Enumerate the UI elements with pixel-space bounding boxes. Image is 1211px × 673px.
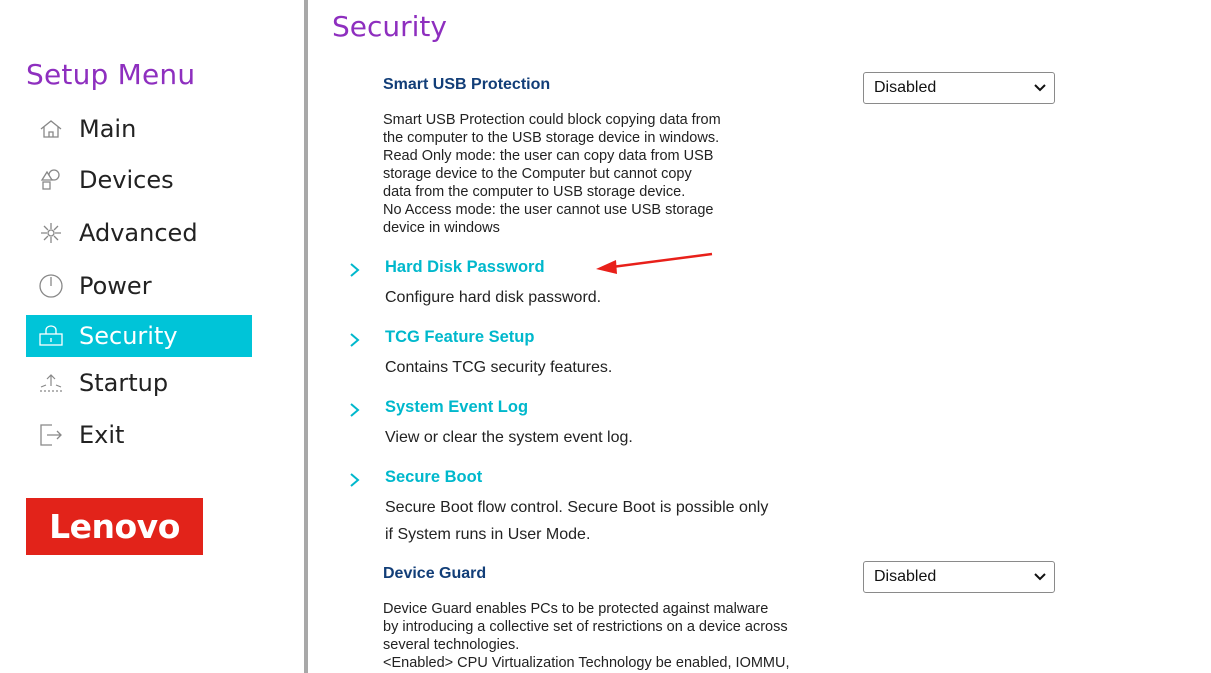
clock-icon — [38, 273, 64, 299]
sparkle-icon — [38, 220, 64, 246]
submenu-title: TCG Feature Setup — [385, 328, 535, 346]
annotation-arrow-icon — [590, 248, 720, 283]
nav-item-label: Devices — [79, 166, 174, 194]
smart-usb-label: Smart USB Protection — [383, 76, 551, 93]
nav-item-exit[interactable]: Exit — [26, 414, 252, 456]
nav-item-advanced[interactable]: Advanced — [26, 212, 252, 254]
nav-item-label: Exit — [79, 421, 125, 449]
chevron-right-icon — [348, 262, 366, 280]
chevron-right-icon — [348, 472, 366, 490]
smart-usb-select[interactable]: Disabled — [863, 72, 1055, 104]
chevron-down-icon — [1034, 568, 1046, 586]
submenu-description: Secure Boot flow control. Secure Boot is… — [385, 499, 769, 543]
nav-item-main[interactable]: Main — [26, 108, 252, 150]
shapes-icon — [38, 167, 64, 193]
select-value: Disabled — [874, 568, 937, 585]
smart-usb-description: Smart USB Protection could block copying… — [383, 112, 721, 236]
lenovo-logo: Lenovo — [26, 498, 203, 555]
nav-item-security[interactable]: Security — [26, 315, 252, 357]
submenu-title: System Event Log — [385, 398, 529, 416]
setup-menu-title: Setup Menu — [26, 58, 196, 91]
submenu-description: View or clear the system event log. — [385, 429, 633, 446]
device-guard-select[interactable]: Disabled — [863, 561, 1055, 593]
device-guard-label: Device Guard — [383, 565, 487, 582]
chevron-down-icon — [1034, 79, 1046, 97]
nav-item-label: Advanced — [79, 219, 198, 247]
nav-item-label: Startup — [79, 369, 169, 397]
nav-item-label: Power — [79, 272, 152, 300]
select-value: Disabled — [874, 79, 937, 96]
logo-text: Lenovo — [49, 507, 180, 546]
chevron-right-icon — [348, 332, 366, 350]
device-guard-description: Device Guard enables PCs to be protected… — [383, 601, 790, 671]
lock-icon — [38, 323, 64, 349]
submenu-description: Configure hard disk password. — [385, 289, 602, 306]
chevron-right-icon — [348, 402, 366, 420]
submenu-description: Contains TCG security features. — [385, 359, 613, 376]
sidebar-divider — [304, 0, 308, 673]
sidebar: Setup Menu Main Devices Advanced Power S… — [0, 0, 306, 673]
nav-item-startup[interactable]: Startup — [26, 362, 252, 404]
page-title: Security — [332, 10, 447, 43]
exit-icon — [38, 422, 64, 448]
startup-icon — [38, 370, 64, 396]
nav-item-devices[interactable]: Devices — [26, 159, 252, 201]
home-icon — [38, 116, 64, 142]
nav-item-label: Security — [79, 322, 178, 350]
nav-item-power[interactable]: Power — [26, 265, 252, 307]
submenu-title: Hard Disk Password — [385, 258, 545, 276]
submenu-title: Secure Boot — [385, 468, 483, 486]
nav-item-label: Main — [79, 115, 137, 143]
